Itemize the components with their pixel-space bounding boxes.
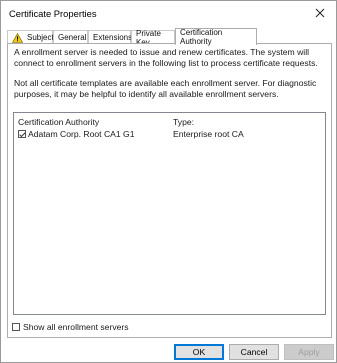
row-checkbox[interactable] — [18, 130, 26, 138]
show-all-checkbox-box[interactable] — [12, 323, 20, 331]
close-button[interactable] — [310, 4, 330, 22]
tab-subject-label: Subject — [27, 33, 54, 42]
tab-general[interactable]: General — [53, 30, 88, 44]
tab-extensions-label: Extensions — [93, 33, 133, 42]
tab-extensions[interactable]: Extensions — [88, 30, 133, 44]
tab-strip: Subject General Extensions Private Key C… — [7, 28, 332, 47]
cancel-button[interactable]: Cancel — [229, 344, 279, 360]
tab-panel-certification-authority: A enrollment server is needed to issue a… — [7, 43, 332, 338]
note-text: Not all certificate templates are availa… — [14, 78, 317, 99]
certificate-properties-dialog: Certificate Properties Subject General E… — [0, 0, 337, 363]
tab-subject[interactable]: Subject — [7, 30, 54, 44]
authority-cell: Adatam Corp. Root CA1 G1 — [18, 129, 135, 139]
tab-certification-authority[interactable]: Certification Authority — [175, 28, 257, 46]
tab-general-label: General — [58, 33, 87, 42]
apply-button[interactable]: Apply — [284, 344, 334, 360]
show-all-label: Show all enrollment servers — [23, 322, 129, 332]
title-bar: Certificate Properties — [1, 1, 336, 27]
dialog-title: Certificate Properties — [9, 8, 97, 19]
warning-icon — [12, 32, 23, 43]
column-header-authority[interactable]: Certification Authority — [18, 117, 99, 127]
type-cell: Enterprise root CA — [173, 129, 244, 139]
show-all-servers-checkbox[interactable]: Show all enrollment servers — [12, 322, 129, 332]
close-icon — [315, 8, 325, 18]
authority-name: Adatam Corp. Root CA1 G1 — [28, 129, 135, 139]
enrollment-server-list[interactable]: Certification Authority Type: Adatam Cor… — [13, 112, 326, 315]
list-item[interactable]: Adatam Corp. Root CA1 G1 Enterprise root… — [18, 129, 321, 140]
column-header-type[interactable]: Type: — [173, 117, 194, 127]
intro-text: A enrollment server is needed to issue a… — [14, 47, 318, 68]
ok-button[interactable]: OK — [174, 344, 224, 360]
tab-certification-authority-label: Certification Authority — [180, 28, 223, 46]
tab-private-key[interactable]: Private Key — [131, 29, 175, 47]
